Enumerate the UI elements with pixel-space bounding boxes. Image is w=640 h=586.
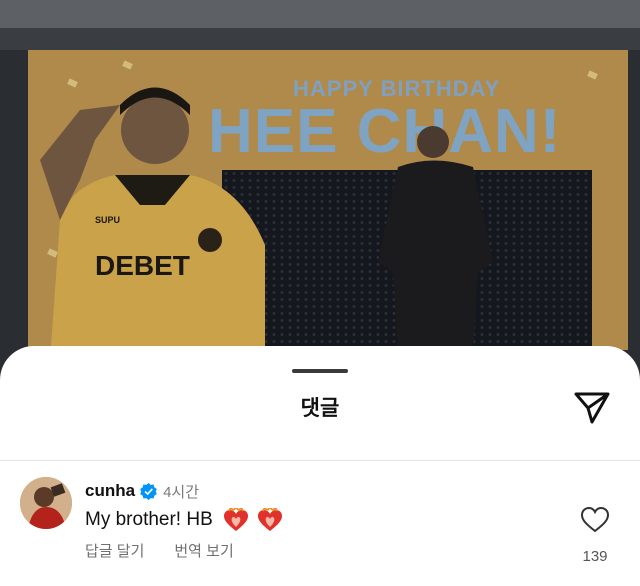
stadium-ceiling [0,0,640,28]
heart-on-fire-icon [223,508,248,531]
sheet-divider [0,460,640,461]
heart-on-fire-icon [257,508,282,531]
comment-text: My brother! HB [85,509,213,530]
comment-header: cunha 4시간 [85,479,199,503]
reply-button[interactable]: 답글 달기 [85,540,144,561]
heart-outline-icon [580,506,610,533]
standing-person [378,126,493,352]
comment-body: My brother! HB [85,508,283,532]
comment-username[interactable]: cunha [85,481,135,501]
comment-time: 4시간 [163,483,200,501]
share-button[interactable] [572,390,612,426]
send-icon [574,392,610,424]
shirt-brand: SUPU [95,215,120,225]
translate-button[interactable]: 번역 보기 [174,540,233,561]
sheet-drag-handle[interactable] [292,369,348,373]
player-figure: DEBET SUPU [40,87,265,360]
shirt-sponsor: DEBET [95,250,190,281]
avatar-image [20,477,72,529]
verified-badge-icon [140,482,157,500]
like-count: 139 [582,548,608,565]
post-photo-background: HAPPY BIRTHDAY HEE CHAN! DEBET SUPU [0,0,640,400]
like-button[interactable] [580,506,610,534]
stadium-beam [0,28,640,50]
sheet-title: 댓글 [300,397,340,420]
comment-actions: 답글 달기 번역 보기 [85,540,234,561]
avatar[interactable] [20,477,72,529]
